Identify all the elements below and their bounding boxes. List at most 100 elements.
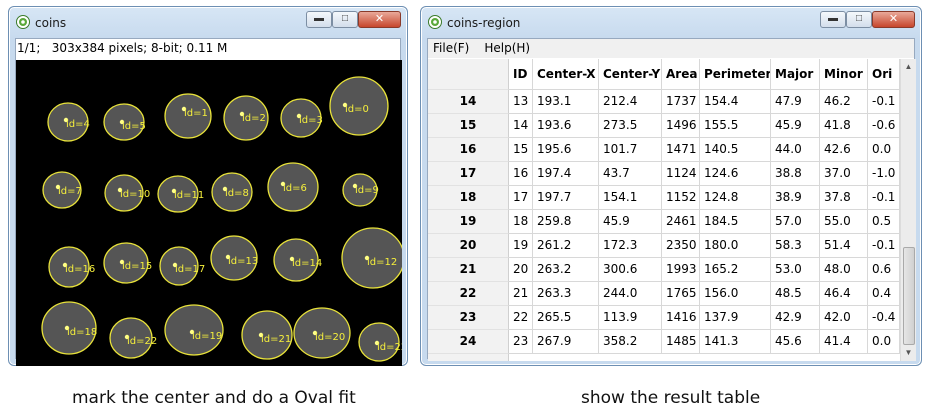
table-cell[interactable]: -0.6 bbox=[868, 114, 900, 138]
maximize-button[interactable]: □ bbox=[332, 11, 358, 28]
table-cell[interactable]: 172.3 bbox=[599, 234, 662, 258]
table-cell[interactable]: 1485 bbox=[662, 330, 700, 354]
column-header[interactable]: Center-Y bbox=[599, 59, 662, 90]
column-header[interactable]: ID bbox=[509, 59, 533, 90]
table-cell[interactable]: 46.2 bbox=[820, 90, 868, 114]
table-cell[interactable]: 184.5 bbox=[700, 210, 771, 234]
table-cell[interactable]: 18 bbox=[509, 210, 533, 234]
table-cell[interactable]: -0.1 bbox=[868, 90, 900, 114]
table-row[interactable]: 17 16 197.4 43.7 1124 124.6 38.8 37.0 -1.0 bbox=[428, 162, 900, 186]
table-cell[interactable]: 197.4 bbox=[533, 162, 599, 186]
table-cell[interactable]: 101.7 bbox=[599, 138, 662, 162]
table-cell[interactable]: -0.4 bbox=[868, 306, 900, 330]
table-cell[interactable]: 42.9 bbox=[771, 306, 820, 330]
table-cell[interactable]: 37.8 bbox=[820, 186, 868, 210]
table-cell[interactable]: 0.4 bbox=[868, 282, 900, 306]
column-header[interactable]: Major bbox=[771, 59, 820, 90]
table-row[interactable]: 16 15 195.6 101.7 1471 140.5 44.0 42.6 0.0 bbox=[428, 138, 900, 162]
table-cell[interactable]: 263.3 bbox=[533, 282, 599, 306]
table-cell[interactable]: 55.0 bbox=[820, 210, 868, 234]
table-cell[interactable]: 193.1 bbox=[533, 90, 599, 114]
table-cell[interactable]: 57.0 bbox=[771, 210, 820, 234]
table-cell[interactable]: 48.0 bbox=[820, 258, 868, 282]
scroll-up-icon[interactable]: ▲ bbox=[901, 59, 916, 75]
table-cell[interactable]: 154.4 bbox=[700, 90, 771, 114]
scroll-down-icon[interactable]: ▼ bbox=[901, 345, 916, 361]
table-row[interactable]: 19 18 259.8 45.9 2461 184.5 57.0 55.0 0.5 bbox=[428, 210, 900, 234]
row-header[interactable]: 22 bbox=[428, 282, 509, 306]
row-header[interactable]: 16 bbox=[428, 138, 509, 162]
table-cell[interactable]: 267.9 bbox=[533, 330, 599, 354]
table-cell[interactable]: 300.6 bbox=[599, 258, 662, 282]
table-cell[interactable]: 263.2 bbox=[533, 258, 599, 282]
table-cell[interactable]: 1416 bbox=[662, 306, 700, 330]
table-cell[interactable]: 137.9 bbox=[700, 306, 771, 330]
table-cell[interactable]: 53.0 bbox=[771, 258, 820, 282]
table-cell[interactable]: 1496 bbox=[662, 114, 700, 138]
table-cell[interactable]: 17 bbox=[509, 186, 533, 210]
table-row[interactable]: 22 21 263.3 244.0 1765 156.0 48.5 46.4 0.4 bbox=[428, 282, 900, 306]
table-cell[interactable]: 113.9 bbox=[599, 306, 662, 330]
table-cell[interactable]: 124.6 bbox=[700, 162, 771, 186]
table-cell[interactable]: 37.0 bbox=[820, 162, 868, 186]
table-cell[interactable]: 165.2 bbox=[700, 258, 771, 282]
table-cell[interactable]: 48.5 bbox=[771, 282, 820, 306]
table-cell[interactable]: 41.4 bbox=[820, 330, 868, 354]
table-cell[interactable]: 155.5 bbox=[700, 114, 771, 138]
column-header[interactable]: Ori bbox=[868, 59, 900, 90]
table-cell[interactable]: 154.1 bbox=[599, 186, 662, 210]
close-button[interactable]: ✕ bbox=[358, 11, 401, 28]
table-cell[interactable]: 15 bbox=[509, 138, 533, 162]
table-cell[interactable]: 22 bbox=[509, 306, 533, 330]
result-table[interactable]: ID Center-X Center-Y Area Perimeter Major Mino… bbox=[428, 59, 900, 361]
table-row[interactable]: 24 23 267.9 358.2 1485 141.3 45.6 41.4 0.0 bbox=[428, 330, 900, 354]
close-button[interactable]: ✕ bbox=[872, 11, 915, 28]
table-cell[interactable]: 51.4 bbox=[820, 234, 868, 258]
table-cell[interactable]: 195.6 bbox=[533, 138, 599, 162]
row-header[interactable]: 17 bbox=[428, 162, 509, 186]
table-cell[interactable]: 261.2 bbox=[533, 234, 599, 258]
table-cell[interactable]: 156.0 bbox=[700, 282, 771, 306]
table-row[interactable]: 18 17 197.7 154.1 1152 124.8 38.9 37.8 -0.1 bbox=[428, 186, 900, 210]
row-header[interactable]: 19 bbox=[428, 210, 509, 234]
table-cell[interactable]: 265.5 bbox=[533, 306, 599, 330]
table-cell[interactable]: 41.8 bbox=[820, 114, 868, 138]
row-header[interactable]: 15 bbox=[428, 114, 509, 138]
table-cell[interactable]: 141.3 bbox=[700, 330, 771, 354]
table-cell[interactable]: 1765 bbox=[662, 282, 700, 306]
minimize-button[interactable]: ▬ bbox=[820, 11, 846, 28]
minimize-button[interactable]: ▬ bbox=[306, 11, 332, 28]
row-header[interactable]: 21 bbox=[428, 258, 509, 282]
table-row[interactable]: 21 20 263.2 300.6 1993 165.2 53.0 48.0 0.6 bbox=[428, 258, 900, 282]
table-cell[interactable]: 180.0 bbox=[700, 234, 771, 258]
table-cell[interactable]: 2350 bbox=[662, 234, 700, 258]
table-cell[interactable]: 47.9 bbox=[771, 90, 820, 114]
table-cell[interactable]: 58.3 bbox=[771, 234, 820, 258]
table-row[interactable]: 23 22 265.5 113.9 1416 137.9 42.9 42.0 -0.4 bbox=[428, 306, 900, 330]
table-cell[interactable]: 140.5 bbox=[700, 138, 771, 162]
title-bar[interactable]: coins ▬ □ ✕ bbox=[9, 7, 407, 37]
table-cell[interactable]: 42.6 bbox=[820, 138, 868, 162]
table-cell[interactable]: 45.9 bbox=[771, 114, 820, 138]
table-cell[interactable]: 16 bbox=[509, 162, 533, 186]
table-cell[interactable]: 0.0 bbox=[868, 330, 900, 354]
table-cell[interactable]: 124.8 bbox=[700, 186, 771, 210]
table-cell[interactable]: 13 bbox=[509, 90, 533, 114]
table-cell[interactable]: 259.8 bbox=[533, 210, 599, 234]
table-cell[interactable]: 212.4 bbox=[599, 90, 662, 114]
table-cell[interactable]: 193.6 bbox=[533, 114, 599, 138]
table-cell[interactable]: 38.9 bbox=[771, 186, 820, 210]
row-header[interactable]: 20 bbox=[428, 234, 509, 258]
table-cell[interactable]: 42.0 bbox=[820, 306, 868, 330]
menu-help[interactable]: Help(H) bbox=[484, 41, 530, 55]
title-bar[interactable]: coins-region ▬ □ ✕ bbox=[421, 7, 921, 37]
table-cell[interactable]: 1152 bbox=[662, 186, 700, 210]
row-header[interactable]: 14 bbox=[428, 90, 509, 114]
table-cell[interactable]: 44.0 bbox=[771, 138, 820, 162]
table-cell[interactable]: 273.5 bbox=[599, 114, 662, 138]
table-cell[interactable]: 1993 bbox=[662, 258, 700, 282]
table-cell[interactable]: 2461 bbox=[662, 210, 700, 234]
scroll-thumb[interactable] bbox=[903, 247, 915, 345]
image-canvas[interactable]: id=0 id=1 id=2 id=3 id=4 id=5 id=6 id=7 id=8 id=9… bbox=[16, 60, 402, 366]
table-cell[interactable]: 45.9 bbox=[599, 210, 662, 234]
